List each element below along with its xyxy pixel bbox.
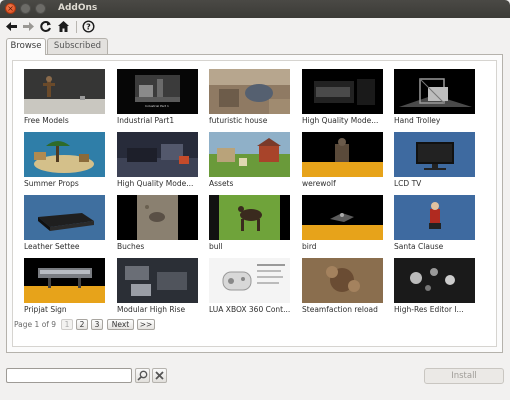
back-arrow-icon[interactable] <box>5 20 18 33</box>
browse-panel: Free Models Industrial Part 1 Industrial… <box>6 54 503 353</box>
addon-thumbnail[interactable]: Industrial Part 1 <box>117 69 198 114</box>
svg-text:?: ? <box>86 23 91 32</box>
addon-name: LCD TV <box>394 179 422 188</box>
install-button[interactable]: Install <box>424 368 504 384</box>
addon-thumbnail[interactable] <box>209 258 290 303</box>
addon-thumbnail[interactable] <box>117 258 198 303</box>
addon-name: Industrial Part1 <box>117 116 175 125</box>
addon-name: Assets <box>209 179 234 188</box>
addon-thumbnail[interactable] <box>394 69 475 114</box>
addon-name: bird <box>302 242 317 251</box>
refresh-icon[interactable] <box>39 20 52 33</box>
next-page-button[interactable]: Next <box>107 319 134 330</box>
addon-thumbnail[interactable] <box>394 195 475 240</box>
addon-thumbnail[interactable] <box>24 132 105 177</box>
addon-thumbnail[interactable] <box>302 258 383 303</box>
window-title: AddOns <box>58 3 98 13</box>
toolbar-separator <box>76 21 77 33</box>
addon-name: LUA XBOX 360 Cont... <box>209 305 291 314</box>
addon-name: High Quality Mode... <box>302 116 379 125</box>
addon-name: Modular High Rise <box>117 305 186 314</box>
page-indicator: Page 1 of 9 <box>14 320 57 329</box>
bottom-bar: Install <box>0 360 510 400</box>
window-maximize-button[interactable] <box>35 3 46 14</box>
addon-thumbnail[interactable] <box>117 195 198 240</box>
home-icon[interactable] <box>57 20 70 33</box>
clear-icon <box>155 371 164 380</box>
addon-name: Free Models <box>24 116 69 125</box>
addon-name: Hand Trolley <box>394 116 441 125</box>
addon-name: Summer Props <box>24 179 79 188</box>
search-icon <box>137 370 148 381</box>
toolbar: ? <box>0 18 510 36</box>
addon-thumbnail[interactable] <box>24 69 105 114</box>
help-icon[interactable]: ? <box>82 20 95 33</box>
addon-name: Pripjat Sign <box>24 305 67 314</box>
addon-thumbnail[interactable] <box>302 132 383 177</box>
window-close-button[interactable]: × <box>5 3 16 14</box>
search-input[interactable] <box>6 368 132 383</box>
addon-name: bull <box>209 242 223 251</box>
thumbnail-overlay-text: Industrial Part 1 <box>145 104 169 108</box>
addon-name: werewolf <box>302 179 336 188</box>
addon-grid: Free Models Industrial Part 1 Industrial… <box>12 60 497 347</box>
addon-thumbnail[interactable] <box>209 132 290 177</box>
window-minimize-button[interactable] <box>20 3 31 14</box>
addon-thumbnail[interactable] <box>302 195 383 240</box>
addon-thumbnail[interactable] <box>394 132 475 177</box>
addon-thumbnail[interactable] <box>117 132 198 177</box>
addon-name: High-Res Editor I... <box>394 305 464 314</box>
page-button[interactable]: 3 <box>91 319 103 330</box>
forward-arrow-icon[interactable] <box>22 20 35 33</box>
addon-thumbnail[interactable] <box>302 69 383 114</box>
tab-browse[interactable]: Browse <box>6 38 46 55</box>
addon-name: Steamfaction reload <box>302 305 378 314</box>
window-titlebar: × AddOns <box>0 0 510 18</box>
addon-thumbnail[interactable] <box>209 69 290 114</box>
addon-thumbnail[interactable] <box>24 195 105 240</box>
tab-subscribed[interactable]: Subscribed <box>47 38 108 54</box>
addon-name: Buches <box>117 242 145 251</box>
addon-thumbnail[interactable] <box>24 258 105 303</box>
addon-name: Leather Settee <box>24 242 80 251</box>
addon-name: Santa Clause <box>394 242 444 251</box>
addon-thumbnail[interactable] <box>209 195 290 240</box>
addon-name: High Quality Mode... <box>117 179 194 188</box>
clear-search-button[interactable] <box>152 368 167 383</box>
search-button[interactable] <box>135 368 150 383</box>
addon-name: futuristic house <box>209 116 268 125</box>
last-page-button[interactable]: >> <box>137 319 155 330</box>
page-button[interactable]: 2 <box>76 319 88 330</box>
addon-thumbnail[interactable] <box>394 258 475 303</box>
page-button[interactable]: 1 <box>61 319 73 330</box>
